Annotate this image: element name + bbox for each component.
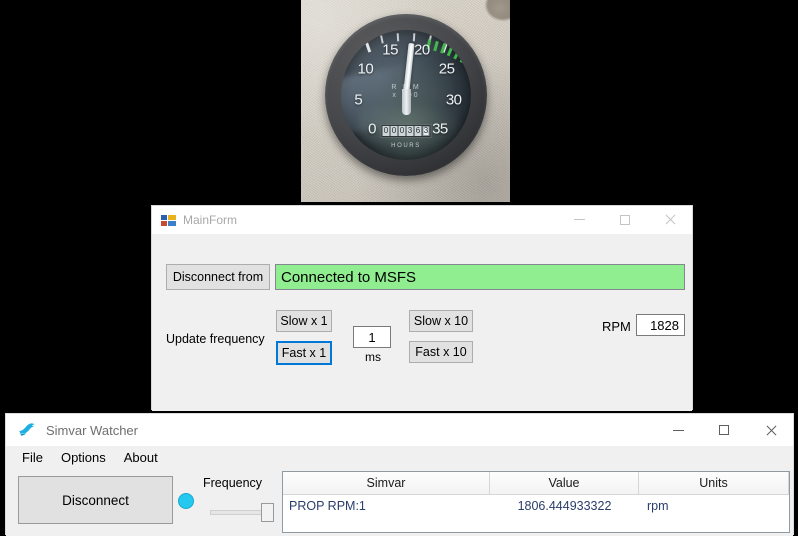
rpm-label: RPM: [602, 319, 631, 334]
minimize-icon: [574, 219, 585, 220]
gauge-number: 0: [368, 120, 376, 137]
hour-meter-digit: 0: [399, 126, 406, 136]
gauge-bezel: 05101520253035 R P M x 100 000363 HOURS: [325, 14, 487, 176]
menu-bar: File Options About: [6, 446, 793, 469]
column-header-simvar[interactable]: Simvar: [283, 472, 490, 494]
mainform-titlebar[interactable]: MainForm: [152, 206, 692, 234]
close-button[interactable]: [647, 206, 692, 233]
maximize-button[interactable]: [602, 206, 647, 233]
hour-meter-digit: 0: [391, 126, 398, 136]
hour-meter-label: HOURS: [391, 143, 421, 149]
cell-value[interactable]: 1806.444933322: [490, 495, 639, 516]
gauge-number: 35: [432, 120, 448, 137]
mainform-title: MainForm: [183, 213, 237, 227]
frequency-label: Frequency: [203, 476, 262, 490]
fast-x1-button[interactable]: Fast x 1: [276, 341, 332, 365]
gauge-number: 20: [414, 41, 430, 58]
maximize-icon: [620, 215, 630, 225]
frequency-slider-track: [210, 510, 267, 515]
mainform-window: MainForm Disconnect from Connected to MS…: [151, 205, 693, 410]
simvar-bird-icon: [18, 422, 36, 438]
data-grid-body: PROP RPM:11806.444933322rpm: [283, 495, 789, 516]
gauge-number: 30: [446, 92, 462, 109]
close-icon: [765, 425, 776, 436]
cell-simvar[interactable]: PROP RPM:1: [283, 495, 490, 516]
close-icon: [664, 214, 675, 225]
gauge-face: 05101520253035 R P M x 100 000363 HOURS: [341, 30, 471, 160]
simvar-window-controls: [655, 414, 793, 446]
simvar-title: Simvar Watcher: [46, 423, 138, 438]
column-header-value[interactable]: Value: [490, 472, 639, 494]
fast-x10-button[interactable]: Fast x 10: [409, 341, 473, 363]
gauge-number: 15: [382, 41, 398, 58]
table-row[interactable]: PROP RPM:11806.444933322rpm: [283, 495, 789, 516]
menu-item-about[interactable]: About: [116, 447, 168, 469]
mainform-window-controls: [557, 206, 692, 233]
gauge-number: 5: [354, 92, 362, 109]
cell-units[interactable]: rpm: [639, 495, 789, 516]
simvar-watcher-window: Simvar Watcher File Options About Discon…: [5, 413, 794, 535]
column-header-units[interactable]: Units: [639, 472, 789, 494]
frequency-slider[interactable]: [210, 501, 276, 523]
menu-item-options[interactable]: Options: [53, 447, 116, 469]
hour-meter-digit: 3: [407, 126, 414, 136]
simvar-data-grid[interactable]: Simvar Value Units PROP RPM:11806.444933…: [282, 471, 790, 533]
interval-units-label: ms: [365, 350, 381, 364]
frequency-slider-thumb[interactable]: [261, 503, 274, 522]
slow-x1-button[interactable]: Slow x 1: [276, 310, 332, 332]
connection-status-field: Connected to MSFS: [275, 264, 685, 290]
minimize-button[interactable]: [557, 206, 602, 233]
gauge-needle-hub: [402, 89, 411, 115]
close-button[interactable]: [747, 414, 793, 446]
winforms-icon: [161, 213, 176, 227]
maximize-icon: [719, 425, 729, 435]
hour-meter: 000363: [381, 124, 432, 138]
disconnect-button[interactable]: Disconnect: [18, 476, 173, 524]
update-frequency-label: Update frequency: [166, 332, 265, 346]
interval-input[interactable]: 1: [353, 326, 391, 348]
simvar-client-area: Disconnect Simvar Value Units PROP RPM:1…: [6, 469, 793, 536]
minimize-icon: [673, 430, 684, 431]
maximize-button[interactable]: [701, 414, 747, 446]
gauge-number: 25: [439, 61, 455, 78]
hour-meter-digit: 6: [415, 126, 422, 136]
mainform-client-area: Disconnect from Connected to MSFS Update…: [152, 234, 692, 411]
simvar-titlebar[interactable]: Simvar Watcher: [6, 414, 793, 446]
tachometer-photo: 05101520253035 R P M x 100 000363 HOURS: [301, 0, 510, 202]
gauge-number: 10: [358, 61, 374, 78]
hour-meter-digit: 3: [423, 126, 430, 136]
slow-x10-button[interactable]: Slow x 10: [409, 310, 473, 332]
data-grid-header: Simvar Value Units: [283, 472, 789, 495]
menu-item-file[interactable]: File: [14, 447, 53, 469]
hour-meter-digit: 0: [383, 126, 390, 136]
connection-status-led: [178, 493, 194, 509]
minimize-button[interactable]: [655, 414, 701, 446]
rpm-value-field: 1828: [636, 314, 685, 336]
disconnect-from-button[interactable]: Disconnect from: [166, 264, 270, 290]
